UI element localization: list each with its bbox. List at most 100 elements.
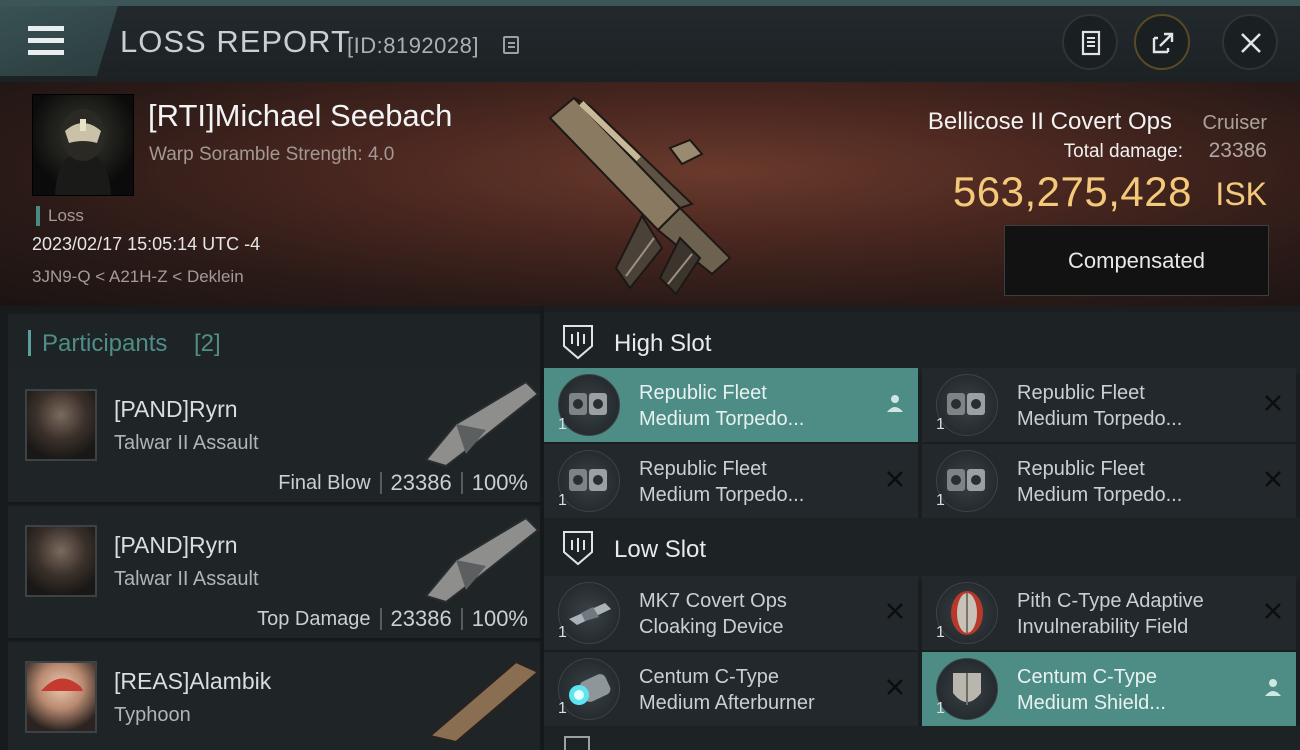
participant-role: Final Blow: [278, 471, 371, 494]
share-button[interactable]: [1134, 14, 1190, 70]
menu-button[interactable]: [0, 6, 118, 76]
participant-avatar: [25, 525, 97, 597]
high-slot-label: High Slot: [614, 330, 712, 357]
module-slot[interactable]: 1 Centum C-Type Medium Shield...: [922, 652, 1296, 726]
report-id: [ID:8192028]: [347, 33, 479, 58]
module-quantity: 1: [936, 416, 945, 433]
torpedo-launcher-icon: [558, 374, 620, 436]
participant-row[interactable]: [REAS]Alambik Typhoon: [8, 642, 540, 750]
warp-scramble-strength: Warp Soramble Strength: 4.0: [149, 144, 395, 165]
isk-value: 563,275,428: [952, 168, 1192, 215]
red-cap-figure: [41, 678, 83, 691]
next-slot-header-partial: [544, 726, 1300, 750]
participant-row[interactable]: [PAND]Ryrn Talwar II Assault Top Damage …: [8, 506, 540, 640]
module-slot[interactable]: 1 Republic Fleet Medium Torpedo...: [922, 444, 1296, 518]
module-name: Republic Fleet Medium Torpedo...: [1017, 458, 1183, 506]
torpedo-launcher-icon: [936, 450, 998, 512]
module-slot[interactable]: 1 Centum C-Type Medium Afterburner: [544, 652, 918, 726]
module-slot[interactable]: 1 Pith C-Type Adaptive Invulnerability Fi…: [922, 576, 1296, 650]
module-slot[interactable]: 1 Republic Fleet Medium Torpedo...: [922, 368, 1296, 442]
cloaking-device-icon: [558, 582, 620, 644]
participants-accent-bar: [28, 330, 31, 356]
participants-panel: Participants [2] [PAND]Ryrn Talwar II As…: [0, 306, 540, 750]
participant-ship-image: [424, 516, 540, 604]
total-damage-label: Total damage:: [1063, 141, 1183, 162]
participant-damage: 23386: [390, 606, 452, 631]
participant-name: [PAND]Ryrn: [114, 396, 238, 422]
header-accent-line: [0, 0, 1300, 6]
participant-role: Top Damage: [257, 607, 371, 630]
module-slot[interactable]: 1 Republic Fleet Medium Torpedo...: [544, 444, 918, 518]
isk-unit: ISK: [1215, 176, 1267, 212]
module-quantity: 1: [558, 624, 567, 641]
low-slot-header: Low Slot: [544, 518, 1300, 580]
module-quantity: 1: [936, 624, 945, 641]
module-name: Pith C-Type Adaptive Invulnerability Fiel…: [1017, 590, 1204, 638]
share-icon: [1152, 32, 1174, 54]
module-name: Republic Fleet Medium Torpedo...: [639, 382, 805, 430]
x-icon: [1265, 471, 1281, 487]
menu-icon: [28, 26, 64, 55]
participant-ship: Talwar II Assault: [114, 568, 259, 590]
participants-header: Participants [2]: [8, 314, 540, 370]
participant-avatar: [25, 389, 97, 461]
victim-banner: [RTI]Michael Seebach Warp Soramble Stren…: [0, 82, 1300, 306]
participant-ship-image: [424, 380, 540, 468]
participants-count: [2]: [194, 330, 221, 357]
participant-stats: Top Damage 23386 100%: [257, 606, 528, 632]
torpedo-launcher-icon: [936, 374, 998, 436]
slot-icon-partial: [564, 736, 590, 750]
stat-separator: [379, 608, 382, 630]
participant-ship: Typhoon: [114, 704, 191, 726]
clipboard-button[interactable]: [1062, 14, 1118, 70]
module-quantity: 1: [558, 416, 567, 433]
loss-report-screen: LOSS REPORT [ID:8192028] [RTI]Michael Se…: [0, 0, 1300, 750]
x-icon: [1265, 603, 1281, 619]
person-icon: [1265, 679, 1281, 696]
person-icon: [887, 395, 903, 412]
loss-tag: Loss: [36, 206, 84, 226]
module-slot[interactable]: 1 MK7 Covert Ops Cloaking Device: [544, 576, 918, 650]
module-slot[interactable]: 1 Republic Fleet Medium Torpedo...: [544, 368, 918, 442]
afterburner-icon: [558, 658, 620, 720]
participants-title: Participants: [42, 330, 168, 357]
page-title: LOSS REPORT: [120, 24, 351, 59]
participant-percent: 100%: [471, 606, 528, 631]
victim-ship-class: Cruiser: [1202, 112, 1267, 134]
module-name: Centum C-Type Medium Shield...: [1017, 666, 1166, 714]
module-quantity: 1: [558, 492, 567, 509]
close-icon: [1241, 33, 1261, 53]
module-name: Republic Fleet Medium Torpedo...: [639, 458, 805, 506]
victim-ship-name[interactable]: Bellicose II Covert Ops: [928, 108, 1172, 136]
clipboard-icon: [1081, 30, 1101, 56]
total-damage-value: 23386: [1208, 139, 1267, 162]
participant-damage: 23386: [390, 470, 452, 495]
participant-percent: 100%: [471, 470, 528, 495]
participant-ship: Talwar II Assault: [114, 432, 259, 454]
x-icon: [887, 471, 903, 487]
module-quantity: 1: [558, 700, 567, 717]
module-quantity: 1: [936, 700, 945, 717]
compensated-button[interactable]: Compensated: [1004, 225, 1269, 296]
victim-name[interactable]: [RTI]Michael Seebach: [148, 98, 452, 134]
stat-separator: [460, 472, 463, 494]
helmet-figure: [55, 109, 111, 195]
high-slot-header: High Slot: [544, 312, 1300, 374]
victim-portrait[interactable]: [32, 94, 134, 196]
low-slot-label: Low Slot: [614, 536, 707, 563]
victim-ship-image[interactable]: [530, 88, 770, 298]
x-icon: [887, 603, 903, 619]
high-slot-icon: [563, 325, 593, 360]
torpedo-launcher-icon: [558, 450, 620, 512]
copy-icon[interactable]: [503, 36, 519, 54]
x-icon: [887, 679, 903, 695]
stat-separator: [379, 472, 382, 494]
participant-row[interactable]: [PAND]Ryrn Talwar II Assault Final Blow …: [8, 370, 540, 504]
x-icon: [1265, 395, 1281, 411]
module-name: MK7 Covert Ops Cloaking Device: [639, 590, 787, 638]
shield-field-icon: [936, 582, 998, 644]
close-button[interactable]: [1222, 14, 1278, 70]
shield-extender-icon: [936, 658, 998, 720]
loss-location[interactable]: 3JN9-Q < A21H-Z < Deklein: [32, 267, 244, 287]
module-name: Republic Fleet Medium Torpedo...: [1017, 382, 1183, 430]
